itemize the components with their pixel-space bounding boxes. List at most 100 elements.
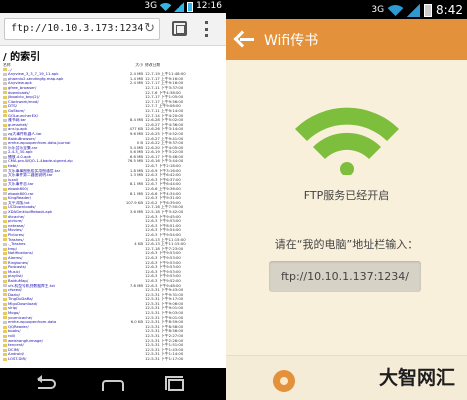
file-icon (3, 132, 7, 136)
signal-icon (407, 3, 421, 17)
folder-icon (3, 316, 7, 320)
folder-icon (3, 109, 7, 113)
network-type: 3G (144, 1, 158, 11)
folder-icon (3, 279, 7, 283)
folder-icon (3, 68, 7, 72)
file-icon (3, 146, 7, 150)
wifi-signal-icon (295, 107, 399, 175)
status-time: 8:42 (436, 3, 463, 17)
file-icon (3, 72, 7, 76)
wifi-icon (160, 2, 171, 12)
overflow-menu-icon[interactable] (205, 21, 208, 37)
instruction-text: 请在“我的电脑”地址栏输入： (274, 238, 419, 251)
file-icon (3, 141, 7, 145)
file-icon (3, 128, 7, 132)
file-listing-table: 名称 大小 修改日期 ../Anyview_3_3_7_19_11.apk 2.4… (3, 63, 225, 368)
folder-icon (3, 330, 7, 334)
folder-icon (3, 270, 7, 274)
ftp-address: ftp://10.10.1.137:1234/ (281, 270, 409, 283)
folder-icon (3, 114, 7, 118)
file-name-link[interactable]: LOST.DIR/ (3, 357, 123, 362)
file-icon (3, 82, 7, 86)
url-field[interactable]: ftp://10.10.3.173:1234 ↻ (4, 18, 160, 40)
status-bar: 3G 8:42 (226, 0, 467, 19)
battery-icon (187, 1, 194, 12)
file-icon (3, 201, 7, 205)
folder-icon (3, 261, 7, 265)
bottom-bar: 大智网汇 (226, 355, 467, 400)
folder-icon (3, 311, 7, 315)
file-icon (3, 242, 7, 246)
status-time: 12:16 (196, 1, 222, 11)
action-bar: Wifi传书 (226, 19, 467, 60)
folder-icon (3, 219, 7, 223)
right-phone-screen: 3G 8:42 Wifi传书 FTP服务已经开启 请在“我的电脑”地址栏输入： … (226, 0, 467, 400)
folder-icon (3, 344, 7, 348)
ftp-status-text: FTP服务已经开启 (303, 189, 390, 202)
folder-icon (3, 298, 7, 302)
file-icon (3, 160, 7, 164)
folder-icon (3, 307, 7, 311)
file-date: 12-5-31 下午1:17:00 (145, 357, 184, 361)
url-text: ftp://10.10.3.173:1234 (11, 23, 144, 34)
folder-icon (3, 123, 7, 127)
folder-icon (3, 215, 7, 219)
tabs-icon[interactable] (172, 21, 187, 36)
folder-icon (3, 178, 7, 182)
file-icon (3, 169, 7, 173)
folder-icon (3, 348, 7, 352)
folder-icon (3, 353, 7, 357)
back-arrow-icon[interactable] (234, 31, 254, 48)
folder-icon (3, 265, 7, 269)
folder-icon (3, 334, 7, 338)
home-icon[interactable] (102, 380, 124, 391)
folder-icon (3, 256, 7, 260)
android-nav-bar (0, 368, 226, 400)
file-icon (3, 155, 7, 159)
network-type: 3G (371, 5, 385, 15)
signal-icon (174, 1, 185, 12)
folder-icon (3, 252, 7, 256)
folder-icon (3, 95, 7, 99)
folder-icon (3, 100, 7, 104)
folder-icon (3, 206, 7, 210)
file-icon (3, 183, 7, 187)
folder-icon (3, 233, 7, 237)
status-bar: 3G 12:16 (0, 0, 226, 13)
folder-icon (3, 288, 7, 292)
file-icon (3, 284, 7, 288)
back-icon[interactable] (37, 375, 56, 389)
file-icon (3, 174, 7, 178)
folder-icon (3, 105, 7, 109)
folder-icon (3, 91, 7, 95)
table-row[interactable]: LOST.DIR/12-5-31 下午1:17:00 (3, 357, 225, 362)
file-icon (3, 192, 7, 196)
folder-icon (3, 187, 7, 191)
recent-apps-icon[interactable] (165, 376, 184, 391)
folder-icon (3, 137, 7, 141)
reload-icon[interactable]: ↻ (144, 21, 155, 36)
battery-icon (424, 3, 433, 17)
folder-icon (3, 229, 7, 233)
folder-icon (3, 302, 7, 306)
folder-icon (3, 197, 7, 201)
folder-icon (3, 86, 7, 90)
folder-icon (3, 164, 7, 168)
ftp-address-box[interactable]: ftp://10.10.1.137:1234/ (269, 261, 421, 292)
folder-icon (3, 224, 7, 228)
toggle-button[interactable] (273, 370, 295, 392)
browser-toolbar: ftp://10.10.3.173:1234 ↻ (0, 13, 226, 46)
file-icon (3, 118, 7, 122)
folder-icon (3, 238, 7, 242)
file-icon (3, 210, 7, 214)
folder-icon (3, 275, 7, 279)
file-icon (3, 321, 7, 325)
file-name: LOST.DIR/ (8, 357, 27, 361)
file-icon (3, 151, 7, 155)
watermark-logo: 大智网汇 (379, 367, 456, 389)
app-title: Wifi传书 (264, 33, 319, 49)
file-icon (3, 77, 7, 81)
page-title: / 的索引 (3, 52, 41, 63)
folder-icon (3, 357, 7, 361)
wifi-icon (388, 4, 403, 17)
